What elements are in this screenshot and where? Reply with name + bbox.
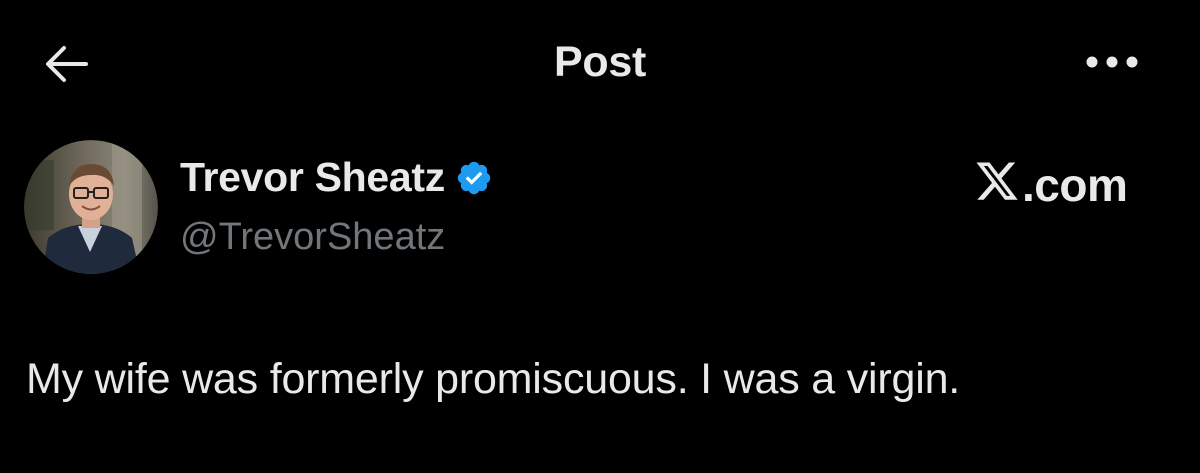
verified-badge-icon: [455, 158, 495, 198]
user-handle[interactable]: @TrevorSheatz: [180, 216, 445, 259]
more-options-button[interactable]: [1080, 44, 1144, 84]
post-body-text: My wife was formerly promiscuous. I was …: [26, 355, 961, 403]
x-logo-icon: [974, 161, 1020, 209]
display-name: Trevor Sheatz: [180, 154, 445, 200]
top-bar: Post: [0, 0, 1200, 125]
page-title: Post: [554, 38, 646, 86]
avatar[interactable]: [24, 140, 158, 274]
xcom-watermark: .com: [974, 159, 1128, 211]
author-name-row[interactable]: Trevor Sheatz: [180, 154, 495, 201]
watermark-text: .com: [1022, 159, 1128, 211]
more-horizontal-icon: [1084, 55, 1140, 74]
